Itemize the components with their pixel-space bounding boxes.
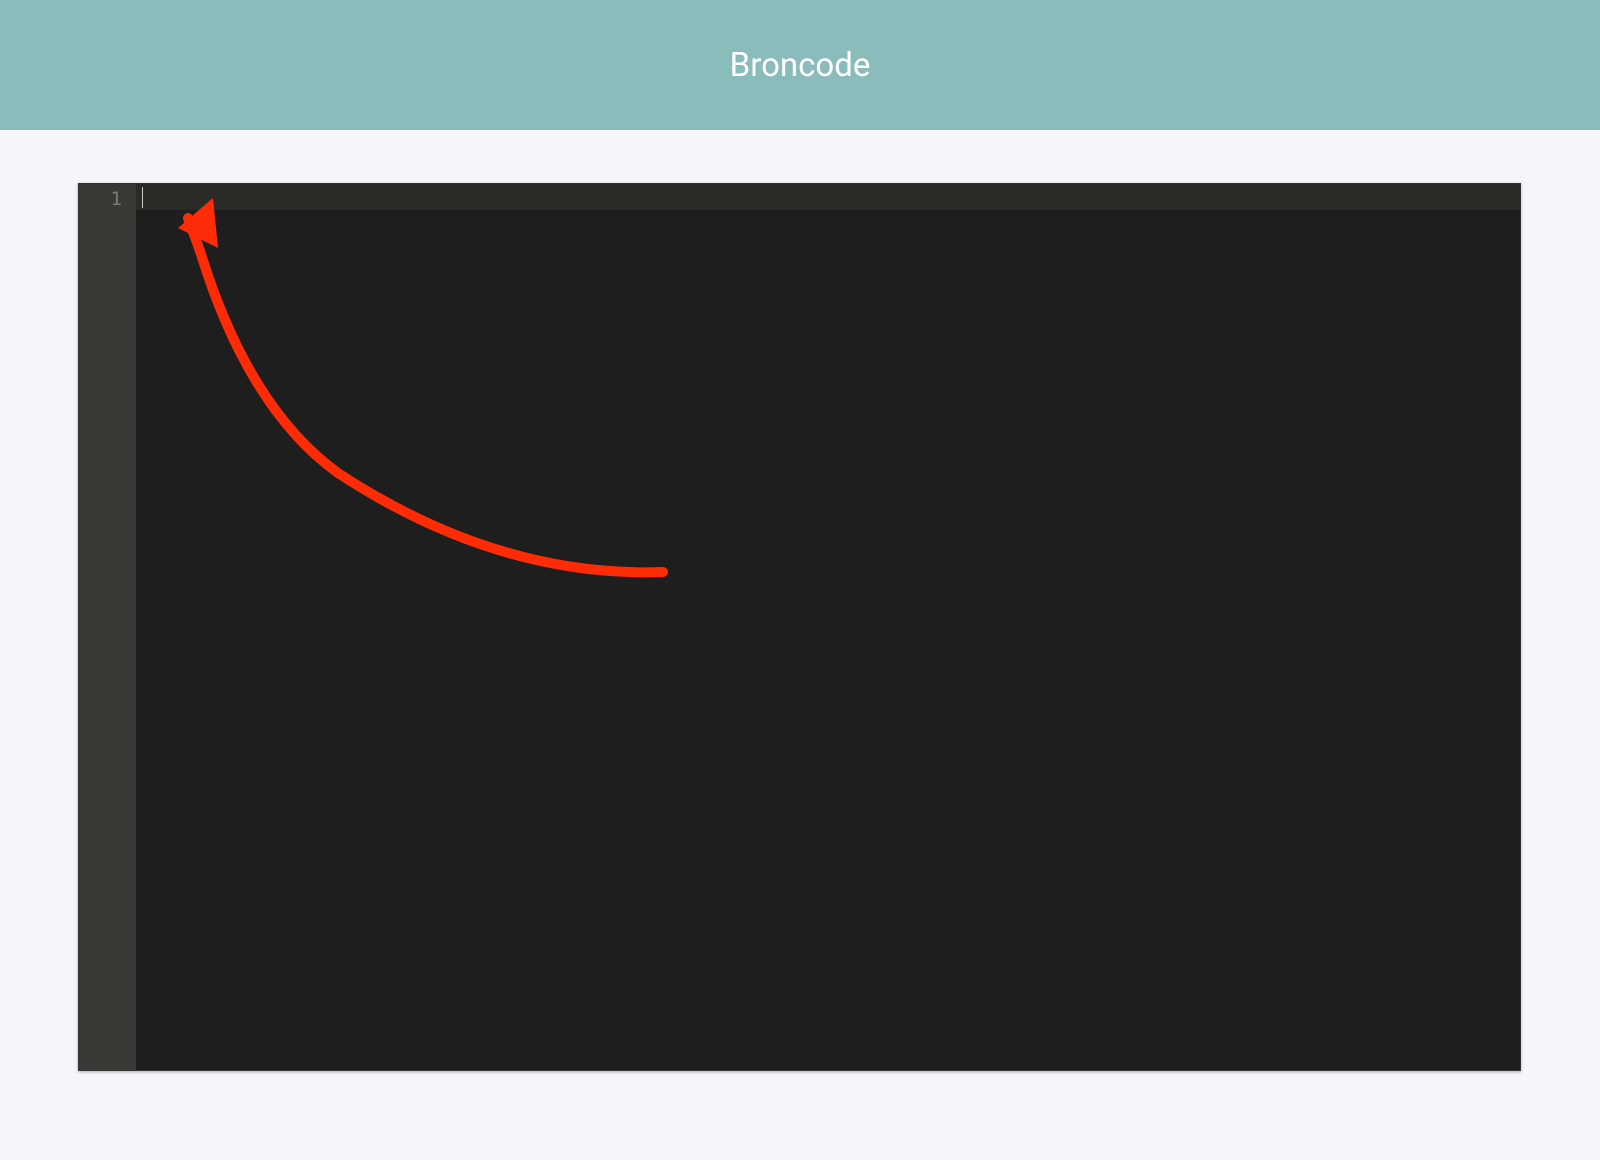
header: Broncode (0, 0, 1600, 130)
code-area[interactable] (136, 184, 1520, 1070)
app-title: Broncode (730, 46, 871, 85)
line-number-gutter: 1 (79, 184, 136, 1070)
code-editor[interactable]: 1 (78, 183, 1521, 1071)
active-line-highlight (136, 184, 1520, 210)
text-cursor (142, 187, 143, 208)
line-number: 1 (79, 186, 136, 212)
